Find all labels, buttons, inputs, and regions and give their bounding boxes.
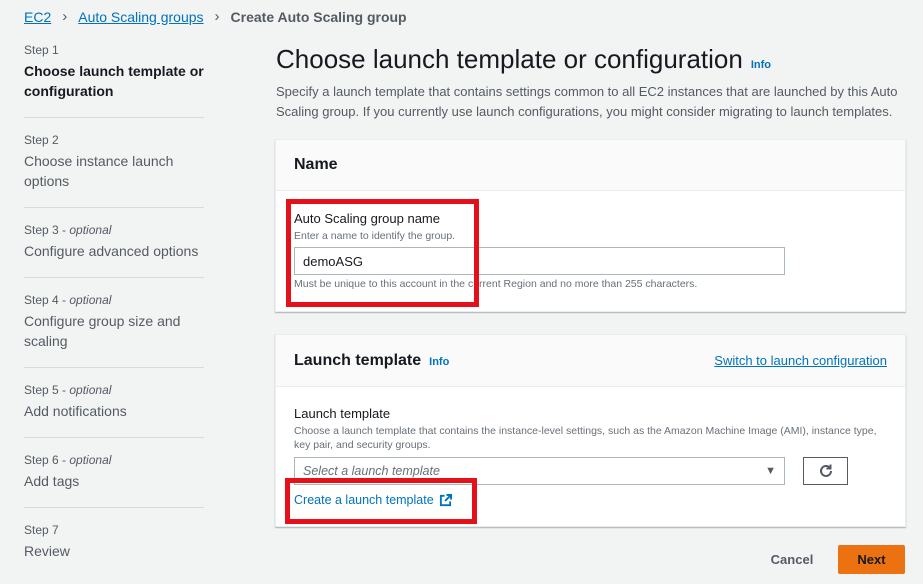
step-title: Choose launch template or configuration xyxy=(24,63,204,99)
caret-down-icon: ▼ xyxy=(765,465,776,477)
step-number: Step 7 xyxy=(24,523,59,537)
page-title-text: Choose launch template or configuration xyxy=(276,44,743,74)
step-4[interactable]: Step 4 - optional Configure group size a… xyxy=(24,292,204,368)
breadcrumb: EC2 › Auto Scaling groups › Create Auto … xyxy=(24,8,407,25)
breadcrumb-current: Create Auto Scaling group xyxy=(230,8,407,25)
step-number: Step 6 - optional xyxy=(24,453,112,467)
wizard-steps: Step 1 Choose launch template or configu… xyxy=(24,42,204,584)
step-6[interactable]: Step 6 - optional Add tags xyxy=(24,452,204,508)
panel-title-text: Launch template xyxy=(294,351,422,369)
launch-template-hint: Choose a launch template that contains t… xyxy=(294,425,877,451)
step-title: Add tags xyxy=(24,473,80,489)
chevron-right-icon: › xyxy=(62,8,68,25)
info-link[interactable]: Info xyxy=(751,59,771,71)
panel-title: Name xyxy=(294,156,338,173)
step-number: Step 2 xyxy=(24,133,59,147)
page-title: Choose launch template or configuration … xyxy=(276,44,906,75)
refresh-icon xyxy=(819,464,832,477)
breadcrumb-ec2-link[interactable]: EC2 xyxy=(24,9,51,25)
step-title: Configure advanced options xyxy=(24,243,199,259)
switch-to-launch-configuration-link[interactable]: Switch to launch configuration xyxy=(714,353,887,368)
panel-header: Name xyxy=(276,140,905,191)
step-1[interactable]: Step 1 Choose launch template or configu… xyxy=(24,42,204,118)
select-placeholder: Select a launch template xyxy=(303,464,440,478)
step-7[interactable]: Step 7 Review xyxy=(24,522,204,577)
panel-header: Launch template Info Switch to launch co… xyxy=(276,335,905,387)
step-title: Choose instance launch options xyxy=(24,153,174,189)
cancel-button[interactable]: Cancel xyxy=(764,545,820,573)
main-content: Choose launch template or configuration … xyxy=(276,44,906,122)
step-number: Step 4 - optional xyxy=(24,293,112,307)
chevron-right-icon: › xyxy=(214,8,220,25)
step-title: Add notifications xyxy=(24,403,127,419)
step-number: Step 3 - optional xyxy=(24,223,112,237)
breadcrumb-asg-link[interactable]: Auto Scaling groups xyxy=(78,9,203,25)
highlight-box xyxy=(285,478,477,524)
step-number: Step 1 xyxy=(24,43,59,57)
step-title: Configure group size and scaling xyxy=(24,313,181,349)
step-5[interactable]: Step 5 - optional Add notifications xyxy=(24,382,204,438)
info-link[interactable]: Info xyxy=(429,356,449,368)
step-number: Step 5 - optional xyxy=(24,383,112,397)
step-title: Review xyxy=(24,543,70,559)
step-3[interactable]: Step 3 - optional Configure advanced opt… xyxy=(24,222,204,278)
highlight-box xyxy=(286,199,479,307)
refresh-button[interactable] xyxy=(803,457,848,485)
step-2[interactable]: Step 2 Choose instance launch options xyxy=(24,132,204,208)
panel-title: Launch template Info xyxy=(294,352,449,370)
page-description: Specify a launch template that contains … xyxy=(276,84,898,119)
launch-template-label: Launch template xyxy=(294,406,391,421)
next-button[interactable]: Next xyxy=(838,545,905,574)
